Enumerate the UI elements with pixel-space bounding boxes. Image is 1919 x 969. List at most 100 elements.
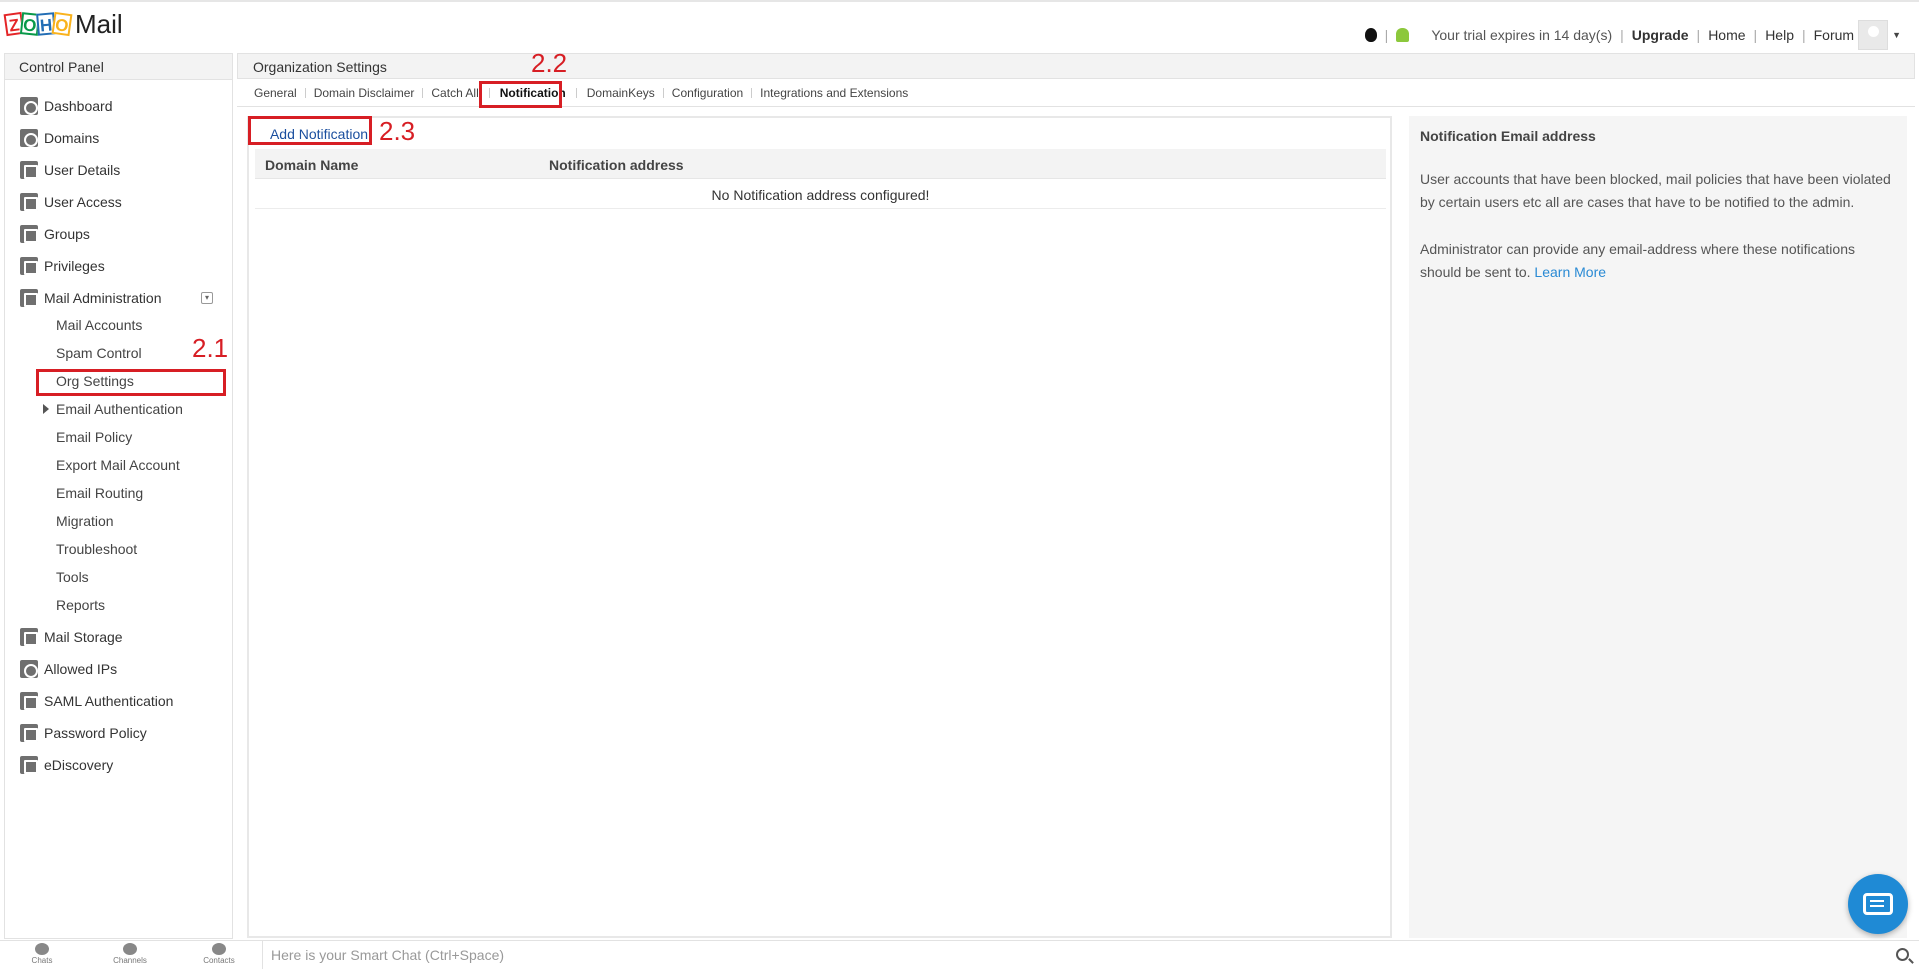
- sidebar-item-label: Password Policy: [44, 725, 147, 741]
- help-paragraph-2: Administrator can provide any email-addr…: [1420, 238, 1900, 284]
- help-title: Notification Email address: [1420, 128, 1596, 144]
- tab-separator: [575, 87, 577, 98]
- tab-catch-all[interactable]: Catch All: [431, 86, 478, 100]
- sidebar-item-mail-administration[interactable]: Mail Administration: [20, 286, 162, 310]
- sidebar-title: Control Panel: [5, 54, 232, 80]
- sidebar-subitem-reports[interactable]: Reports: [56, 594, 105, 616]
- chat-icon: [35, 943, 49, 955]
- collapse-toggle-icon[interactable]: ▾: [201, 292, 213, 304]
- sidebar-item-allowed-ips[interactable]: Allowed IPs: [20, 657, 117, 681]
- lock-icon: [20, 724, 38, 742]
- sidebar-subitem-troubleshoot[interactable]: Troubleshoot: [56, 538, 137, 560]
- sidebar-item-label: Domains: [44, 130, 100, 146]
- forum-link[interactable]: Forum: [1814, 27, 1854, 43]
- zoho-mail-logo[interactable]: Z O H O Mail: [3, 8, 123, 39]
- tab-separator: [304, 87, 306, 98]
- sidebar-item-label: Privileges: [44, 258, 105, 274]
- tab-separator: [422, 87, 424, 98]
- globe-icon: [20, 129, 38, 147]
- sidebar-item-privileges[interactable]: Privileges: [20, 254, 105, 278]
- sidebar-item-domains[interactable]: Domains: [20, 126, 99, 150]
- annotation-box-add-notification: [248, 116, 372, 145]
- logo-letter-o2: O: [51, 11, 73, 37]
- tab-domainkeys[interactable]: DomainKeys: [587, 86, 655, 100]
- channels-label: Channels: [113, 956, 147, 965]
- sidebar-subitem-spam-control[interactable]: Spam Control: [56, 342, 142, 364]
- home-link[interactable]: Home: [1708, 27, 1745, 43]
- sidebar-item-saml-authentication[interactable]: SAML Authentication: [20, 689, 173, 713]
- annotation-box-notification-tab: [479, 81, 562, 108]
- column-header-domain-name[interactable]: Domain Name: [265, 157, 358, 173]
- tab-configuration[interactable]: Configuration: [672, 86, 743, 100]
- sidebar-subitem-email-routing[interactable]: Email Routing: [56, 482, 143, 504]
- storage-icon: [20, 628, 38, 646]
- separator: |: [1753, 27, 1758, 43]
- logo-mail-text: Mail: [75, 8, 123, 39]
- separator: |: [1696, 27, 1701, 43]
- separator: |: [1384, 27, 1389, 43]
- chevron-down-icon[interactable]: ▼: [1892, 30, 1901, 40]
- annotation-label-2-1: 2.1: [192, 333, 229, 363]
- ip-icon: [20, 660, 38, 678]
- tab-separator: [662, 87, 664, 98]
- user-lock-icon: [20, 193, 38, 211]
- sidebar-item-groups[interactable]: Groups: [20, 222, 90, 246]
- smart-chat-input[interactable]: Here is your Smart Chat (Ctrl+Space): [262, 941, 1890, 969]
- sidebar-item-label: Allowed IPs: [44, 661, 118, 677]
- apple-icon[interactable]: [1364, 28, 1377, 42]
- help-paragraph-2-text: Administrator can provide any email-addr…: [1420, 241, 1855, 280]
- search-icon[interactable]: [1896, 948, 1909, 961]
- tab-separator: [751, 87, 753, 98]
- sidebar-subitem-email-authentication[interactable]: Email Authentication: [56, 398, 183, 420]
- trial-expiry-text: Your trial expires in 14 day(s): [1431, 27, 1613, 43]
- empty-table-message: No Notification address configured!: [255, 179, 1386, 209]
- upgrade-link[interactable]: Upgrade: [1632, 27, 1689, 43]
- control-panel-sidebar: Control Panel Dashboard Domains User Det…: [4, 53, 233, 939]
- tab-integrations-and-extensions[interactable]: Integrations and Extensions: [760, 86, 908, 100]
- sidebar-item-dashboard[interactable]: Dashboard: [20, 94, 113, 118]
- contacts-icon: [212, 943, 226, 955]
- group-icon: [20, 225, 38, 243]
- sidebar-item-user-access[interactable]: User Access: [20, 190, 122, 214]
- channels-button[interactable]: Channels: [100, 943, 160, 965]
- sidebar-subitem-export-mail-account[interactable]: Export Mail Account: [56, 454, 180, 476]
- sidebar-item-user-details[interactable]: User Details: [20, 158, 120, 182]
- chat-button[interactable]: [1848, 874, 1908, 934]
- contacts-button[interactable]: Contacts: [189, 943, 249, 965]
- learn-more-link[interactable]: Learn More: [1534, 264, 1606, 280]
- expand-arrow-icon[interactable]: [43, 404, 49, 414]
- sidebar-item-label: Mail Administration: [44, 290, 162, 306]
- sidebar-item-label: SAML Authentication: [44, 693, 174, 709]
- separator: |: [1801, 27, 1806, 43]
- monitor-icon: [20, 692, 38, 710]
- sidebar-item-label: User Access: [44, 194, 122, 210]
- sidebar-item-mail-storage[interactable]: Mail Storage: [20, 625, 123, 649]
- chat-bubble-icon: [1863, 893, 1893, 915]
- android-icon[interactable]: [1396, 28, 1410, 42]
- help-panel: Notification Email address User accounts…: [1409, 116, 1907, 938]
- ediscovery-icon: [20, 756, 38, 774]
- top-header: Z O H O Mail | Your trial expires in 14 …: [0, 0, 1919, 52]
- table-header: Domain Name Notification address: [255, 149, 1386, 179]
- sidebar-subitem-migration[interactable]: Migration: [56, 510, 114, 532]
- dashboard-icon: [20, 97, 38, 115]
- tab-domain-disclaimer[interactable]: Domain Disclaimer: [314, 86, 415, 100]
- document-icon: [20, 257, 38, 275]
- sidebar-item-password-policy[interactable]: Password Policy: [20, 721, 147, 745]
- channels-icon: [123, 943, 137, 955]
- sidebar-item-ediscovery[interactable]: eDiscovery: [20, 753, 113, 777]
- help-paragraph-1: User accounts that have been blocked, ma…: [1420, 171, 1891, 210]
- sidebar-item-label: Mail Storage: [44, 629, 123, 645]
- column-header-notification-address[interactable]: Notification address: [549, 157, 684, 173]
- sidebar-subitem-tools[interactable]: Tools: [56, 566, 89, 588]
- separator: |: [1620, 27, 1624, 43]
- help-link[interactable]: Help: [1765, 27, 1794, 43]
- sidebar-subitem-mail-accounts[interactable]: Mail Accounts: [56, 314, 142, 336]
- annotation-box-org-settings: [36, 369, 226, 396]
- avatar[interactable]: [1858, 20, 1889, 50]
- tab-general[interactable]: General: [254, 86, 297, 100]
- sidebar-subitem-email-policy[interactable]: Email Policy: [56, 426, 132, 448]
- sidebar-item-label: User Details: [44, 162, 121, 178]
- header-links: | Your trial expires in 14 day(s) | Upgr…: [1364, 20, 1901, 50]
- chats-button[interactable]: Chats: [12, 943, 72, 965]
